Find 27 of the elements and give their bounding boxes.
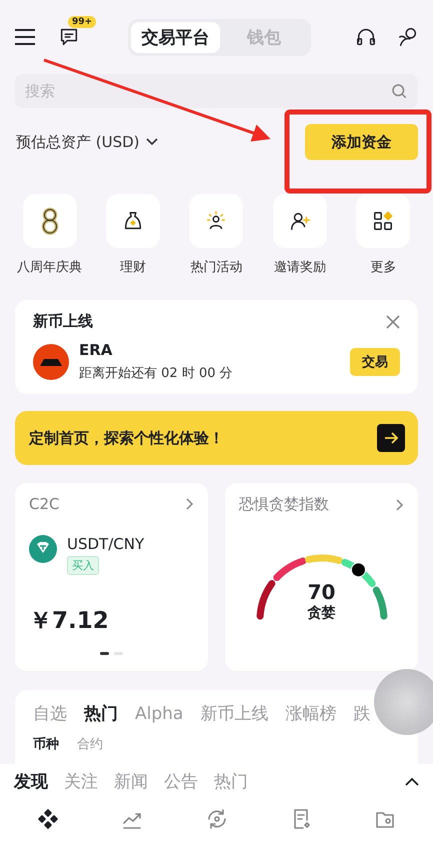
index-label: 贪婪 bbox=[308, 604, 336, 622]
market-tab[interactable]: 热门 bbox=[84, 702, 118, 725]
pair-name: USDT/CNY bbox=[67, 535, 144, 553]
sub-tab[interactable]: 币种 bbox=[33, 735, 59, 753]
trade-button[interactable]: 交易 bbox=[350, 348, 400, 376]
buy-tag: 买入 bbox=[67, 556, 99, 575]
feed-tab[interactable]: 发现 bbox=[14, 770, 48, 793]
shortcut-item[interactable]: 热门活动 bbox=[174, 194, 258, 276]
coin-name: ERA bbox=[79, 341, 114, 359]
card-title: 新币上线 bbox=[33, 312, 93, 331]
add-funds-button[interactable]: 添加资金 bbox=[305, 124, 418, 160]
index-value: 70 bbox=[308, 580, 336, 604]
search-field[interactable]: 搜索 bbox=[15, 74, 418, 108]
shortcut-item[interactable]: 八周年庆典 bbox=[8, 194, 92, 276]
price-text: ￥7.12 bbox=[29, 607, 110, 636]
segment-tab[interactable]: 交易平台 bbox=[131, 22, 220, 52]
customize-banner[interactable]: 定制首页，探索个性化体验！ bbox=[15, 411, 418, 465]
fear-greed-card[interactable]: 恐惧贪婪指数 70 贪婪 bbox=[225, 483, 418, 671]
card-title: C2C bbox=[29, 495, 60, 513]
countdown-text: 距离开始还有 02 时 00 分 bbox=[79, 365, 233, 382]
c2c-card[interactable]: C2C USDT/CNY 买入 ￥7.12 bbox=[15, 483, 208, 671]
shortcut-item[interactable]: 更多 bbox=[342, 194, 425, 276]
shortcut-item[interactable]: 邀请奖励 bbox=[258, 194, 342, 276]
shortcut-item[interactable]: 理财 bbox=[91, 194, 175, 276]
card-title: 恐惧贪婪指数 bbox=[239, 495, 329, 514]
asset-selector[interactable]: 预估总资产 (USD) bbox=[16, 132, 158, 152]
notification-badge: 99+ bbox=[68, 16, 96, 28]
